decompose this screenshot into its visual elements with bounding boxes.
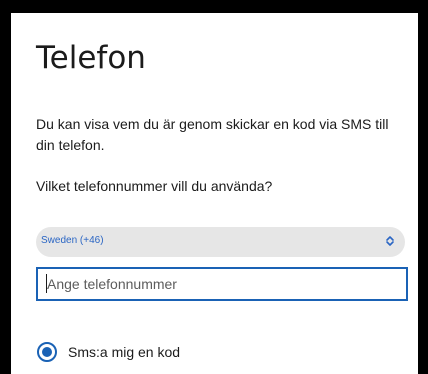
radio-selected-icon[interactable] xyxy=(37,342,57,362)
text-caret xyxy=(46,274,47,293)
phone-verification-panel: Telefon Du kan visa vem du är genom skic… xyxy=(11,13,418,374)
description-text: Du kan visa vem du är genom skickar en k… xyxy=(36,116,389,153)
page-title: Telefon xyxy=(36,40,146,76)
screenshot-frame: Telefon Du kan visa vem du är genom skic… xyxy=(0,0,428,374)
country-code-value: Sweden (+46) xyxy=(41,235,104,246)
sms-option-label: Sms:a mig en kod xyxy=(68,344,181,360)
phone-question-label: Vilket telefonnummer vill du använda? xyxy=(36,178,273,194)
country-code-select[interactable]: Sweden (+46) xyxy=(36,227,405,257)
phone-number-input[interactable] xyxy=(36,267,408,301)
radio-dot xyxy=(42,347,52,357)
chevron-up-down-icon xyxy=(386,236,394,246)
